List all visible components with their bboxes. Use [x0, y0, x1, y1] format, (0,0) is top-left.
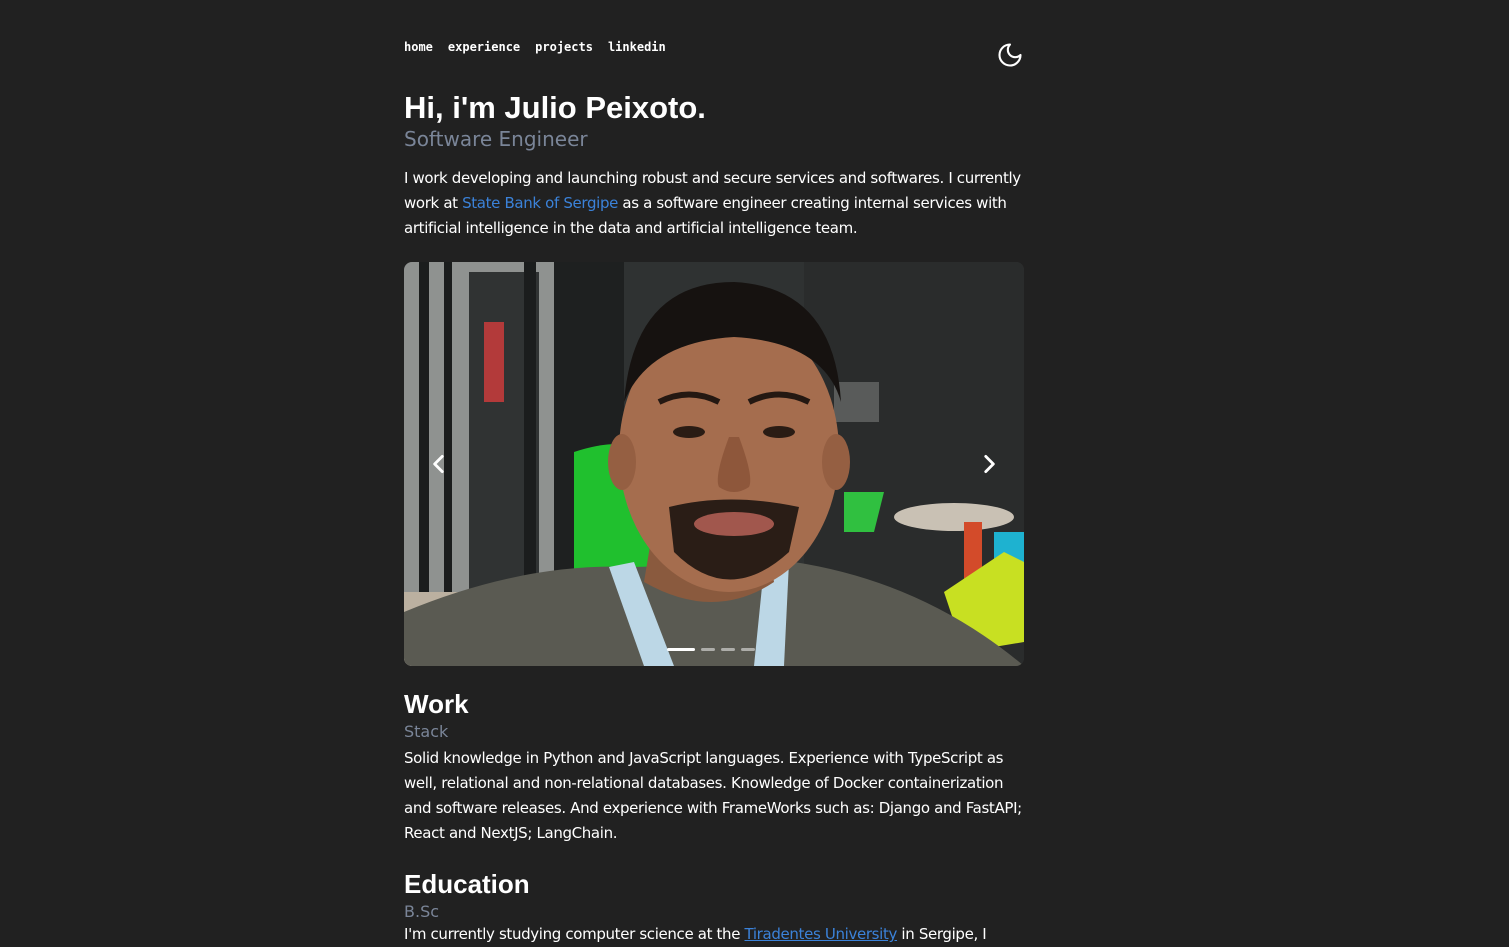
nav-projects-link[interactable]: projects	[535, 40, 593, 54]
photo-carousel[interactable]	[404, 262, 1024, 666]
carousel-dot-1[interactable]	[667, 648, 695, 651]
education-subtitle: B.Sc	[404, 902, 440, 921]
education-title: Education	[404, 869, 530, 899]
carousel-photo	[404, 262, 1024, 666]
carousel-dot-4[interactable]	[741, 648, 755, 651]
carousel-dot-3[interactable]	[721, 648, 735, 651]
nav-linkedin-link[interactable]: linkedin	[608, 40, 666, 54]
education-paragraph: I'm currently studying computer science …	[404, 922, 1024, 947]
tiradentes-university-link[interactable]: Tiradentes University	[745, 925, 898, 943]
intro-paragraph: I work developing and launching robust a…	[404, 166, 1024, 241]
carousel-indicators	[667, 648, 755, 651]
education-text-start: I'm currently studying computer science …	[404, 925, 745, 943]
work-subtitle: Stack	[404, 722, 449, 741]
hero-title: Hi, i'm Julio Peixoto.	[404, 90, 706, 125]
chevron-right-icon	[984, 455, 995, 473]
state-bank-link[interactable]: State Bank of Sergipe	[462, 194, 618, 212]
carousel-prev-button[interactable]	[426, 451, 452, 477]
carousel-dot-2[interactable]	[701, 648, 715, 651]
theme-toggle-button[interactable]	[996, 41, 1024, 69]
work-title: Work	[404, 689, 469, 719]
moon-icon	[998, 43, 1022, 67]
top-nav: home experience projects linkedin	[404, 40, 666, 54]
work-paragraph: Solid knowledge in Python and JavaScript…	[404, 749, 1022, 842]
chevron-left-icon	[433, 455, 444, 473]
hero-subtitle: Software Engineer	[404, 127, 588, 151]
education-text-end: in Sergipe, I	[897, 925, 987, 943]
carousel-next-button[interactable]	[976, 451, 1002, 477]
nav-experience-link[interactable]: experience	[448, 40, 520, 54]
nav-home-link[interactable]: home	[404, 40, 433, 54]
